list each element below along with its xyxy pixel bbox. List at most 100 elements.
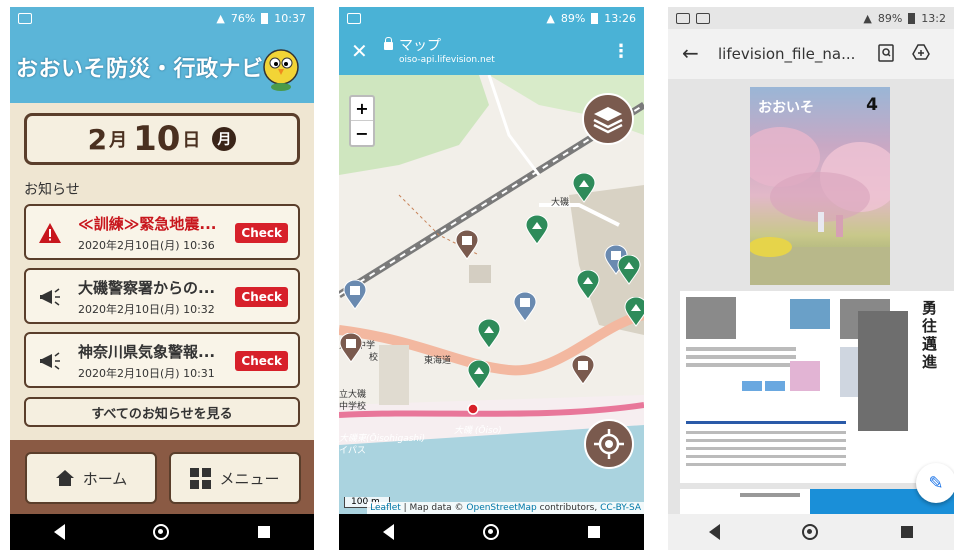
clock: 13:2 <box>921 11 946 25</box>
shelter-pin-icon[interactable] <box>576 270 600 300</box>
file-title: lifevision_file_na... <box>718 45 856 63</box>
notice-item[interactable]: 大磯警察署からの... 2020年2月10日(月) 10:32 Check <box>24 268 300 324</box>
viewer-header: ← lifevision_file_na... ⋮ <box>668 29 954 79</box>
battery-percent: 76% <box>230 11 256 25</box>
pdf-page-article: 勇往邁進 <box>680 291 954 483</box>
shelter-pin-icon[interactable] <box>572 173 596 203</box>
layers-icon <box>593 107 623 134</box>
map-label-oiso-road: 大磯 (Ōiso) <box>454 426 502 436</box>
battery-icon <box>261 12 269 24</box>
all-notices-button[interactable]: すべてのお知らせを見る <box>24 397 300 427</box>
map-label-bypass: イパス <box>339 446 366 456</box>
bottom-nav: ホーム メニュー <box>10 440 314 514</box>
zoom-out-button[interactable]: − <box>351 121 373 145</box>
map-label-station: 大磯 <box>551 198 570 208</box>
weekday-badge: 月 <box>212 127 237 151</box>
back-arrow-icon[interactable]: ← <box>682 41 699 65</box>
facility-pin-icon[interactable] <box>343 280 367 310</box>
shelter-pin-icon[interactable] <box>525 215 549 245</box>
home-button[interactable]: ホーム <box>25 452 157 504</box>
image-notification-icon <box>696 12 710 24</box>
facility-pin-icon[interactable] <box>513 292 537 322</box>
shelter-pin-icon[interactable] <box>477 319 501 349</box>
article-title: 勇往邁進 <box>922 299 938 371</box>
map-view[interactable]: + − 大磯 大磯中学 校 東海道 立大磯 中学校 大磯東(Ōisohigash… <box>339 75 644 514</box>
status-bar: ▲ 76% 10:37 <box>10 7 314 29</box>
check-button[interactable]: Check <box>235 223 288 243</box>
home-circle-icon[interactable] <box>153 524 170 540</box>
clock: 10:37 <box>274 11 306 25</box>
date-day-unit: 日 <box>182 130 201 151</box>
phone-pdf-screen: ▲ 89% 13:2 ← lifevision_file_na... ⋮ おおい… <box>668 7 954 550</box>
notice-title: 神奈川県気象警報... <box>78 343 216 361</box>
menu-label: メニュー <box>219 469 280 488</box>
current-location-marker-icon <box>467 403 479 415</box>
browser-header: ✕ マップ oiso-api.lifevision.net ⋮ <box>339 29 644 75</box>
clock: 13:26 <box>604 11 636 25</box>
map-label-school: 校 <box>369 353 379 363</box>
menu-button[interactable]: メニュー <box>169 452 301 504</box>
layers-button[interactable] <box>582 93 634 145</box>
facility-pin-icon[interactable] <box>455 230 479 260</box>
edit-button[interactable]: ✎ <box>916 463 954 503</box>
shelter-pin-icon[interactable] <box>617 255 641 285</box>
cover-photo <box>750 127 890 285</box>
attribution-text-2: contributors, <box>536 503 601 513</box>
close-icon[interactable]: ✕ <box>351 39 368 63</box>
osm-link[interactable]: OpenStreetMap <box>466 503 536 513</box>
home-circle-icon[interactable] <box>482 524 499 540</box>
zoom-in-button[interactable]: + <box>351 97 373 121</box>
back-icon[interactable] <box>709 524 721 540</box>
battery-percent: 89% <box>560 11 586 25</box>
megaphone-icon <box>40 288 60 306</box>
shelter-pin-icon[interactable] <box>624 297 644 327</box>
date-day: 10 <box>133 119 181 159</box>
pencil-icon: ✎ <box>928 472 944 494</box>
recent-apps-icon[interactable] <box>900 526 913 538</box>
facility-pin-icon[interactable] <box>339 333 363 363</box>
grid-menu-icon <box>190 467 212 489</box>
license-link[interactable]: CC-BY-SA <box>600 503 641 513</box>
search-doc-icon[interactable] <box>878 44 894 62</box>
attribution-text: | Map data © <box>400 503 467 513</box>
document-view[interactable]: おおいそ 4 勇往邁進 ✎ <box>668 79 954 519</box>
notice-date: 2020年2月10日(月) 10:32 <box>78 303 215 316</box>
mascot-bird-icon <box>263 49 299 91</box>
notice-item[interactable]: ≪訓練≫緊急地震... 2020年2月10日(月) 10:36 Check <box>24 204 300 260</box>
notice-item[interactable]: 神奈川県気象警報... 2020年2月10日(月) 10:31 Check <box>24 332 300 388</box>
megaphone-icon <box>40 352 60 370</box>
home-circle-icon[interactable] <box>802 524 819 540</box>
recent-apps-icon[interactable] <box>257 526 270 538</box>
status-bar: ▲ 89% 13:2 <box>668 7 954 29</box>
zoom-control: + − <box>349 95 375 147</box>
crosshair-icon <box>594 429 624 459</box>
signal-icon: ▲ <box>546 11 555 25</box>
phone-app-screen: ▲ 76% 10:37 おおいそ防災・行政ナビ 2 月 10 日 月 お知らせ … <box>10 7 314 550</box>
drive-icon[interactable] <box>912 44 930 60</box>
pdf-page-cover: おおいそ 4 <box>750 87 890 285</box>
notice-date: 2020年2月10日(月) 10:36 <box>78 239 215 252</box>
check-button[interactable]: Check <box>235 351 288 371</box>
app-title: おおいそ防災・行政ナビ <box>16 57 264 82</box>
back-icon[interactable] <box>383 524 395 540</box>
more-options-icon[interactable]: ⋮ <box>612 41 630 62</box>
more-options-icon[interactable]: ⋮ <box>948 44 954 63</box>
android-nav-bar <box>10 514 314 550</box>
image-notification-icon <box>347 12 361 24</box>
battery-icon <box>591 12 599 24</box>
warning-icon <box>39 223 61 243</box>
locate-button[interactable] <box>584 419 634 469</box>
shelter-pin-icon[interactable] <box>467 360 491 390</box>
map-label-school-left2: 中学校 <box>339 402 367 412</box>
date-display: 2 月 10 日 月 <box>24 113 300 165</box>
recent-apps-icon[interactable] <box>587 526 600 538</box>
android-nav-bar <box>339 514 644 550</box>
image-notification-icon <box>676 12 690 24</box>
leaflet-link[interactable]: Leaflet <box>370 503 401 513</box>
signal-icon: ▲ <box>216 11 225 25</box>
facility-pin-icon[interactable] <box>571 355 595 385</box>
map-label-tokaido: 東海道 <box>424 356 452 366</box>
app-header: おおいそ防災・行政ナビ <box>10 29 314 103</box>
check-button[interactable]: Check <box>235 287 288 307</box>
back-icon[interactable] <box>54 524 66 540</box>
